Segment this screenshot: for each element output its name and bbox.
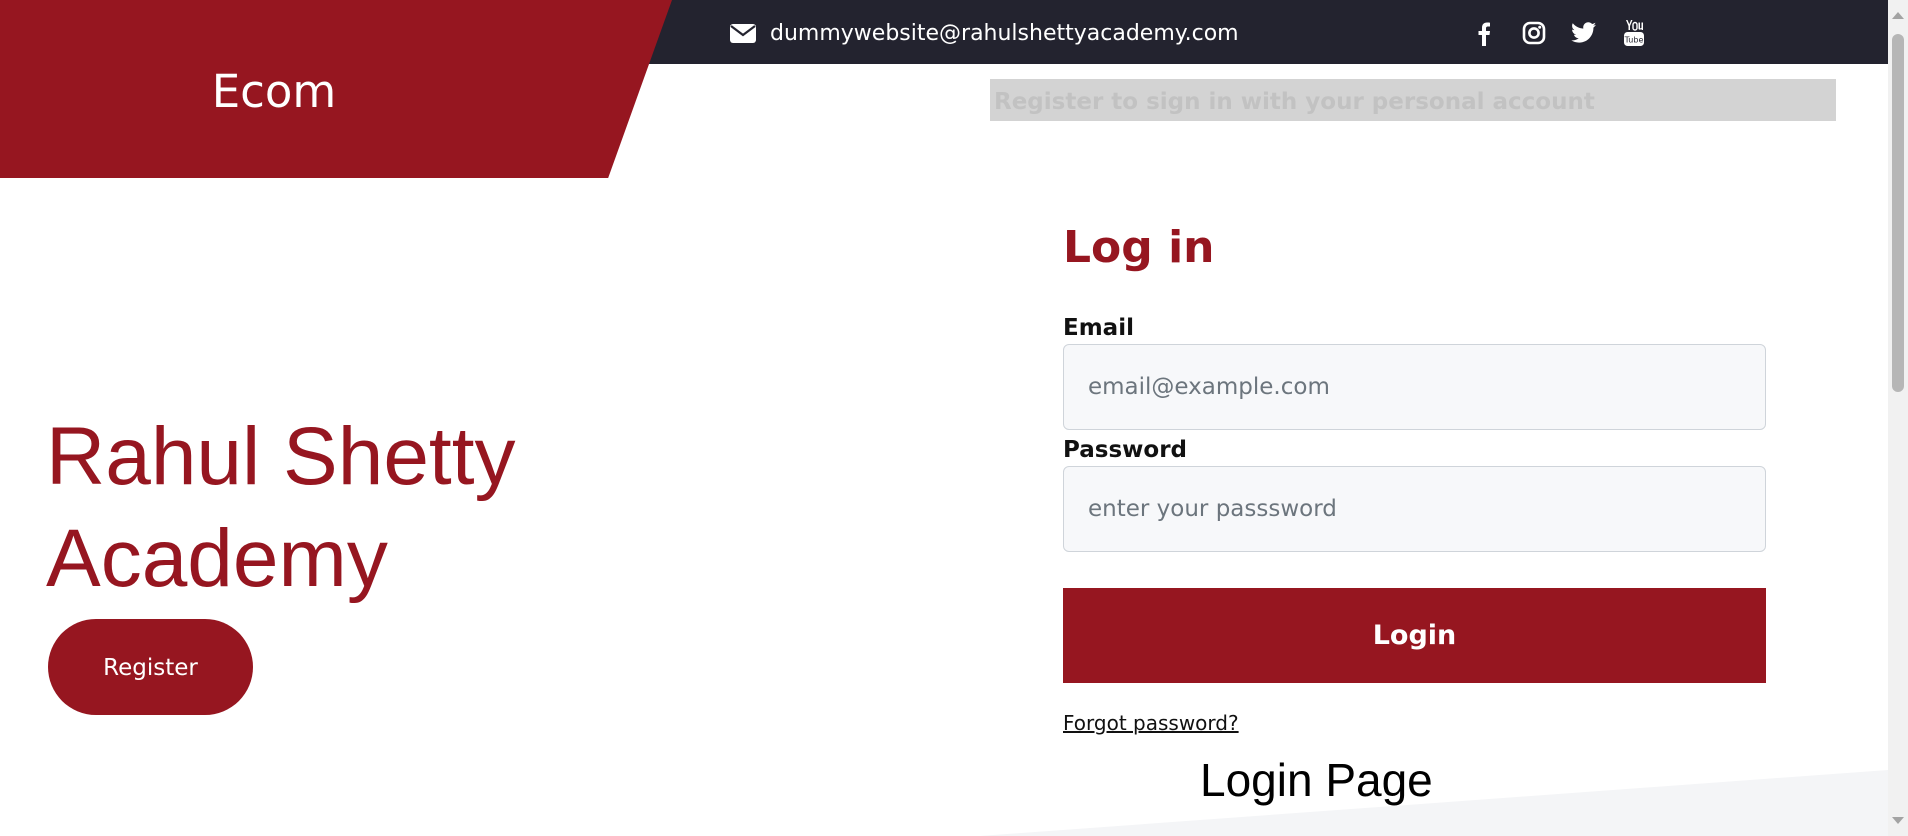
page-caption: Login Page [1200,754,1433,806]
brand-name[interactable]: Ecom [0,62,548,122]
scroll-up-arrow-icon[interactable] [1892,12,1904,19]
svg-text:Tube: Tube [1624,36,1644,45]
login-heading: Log in [1063,222,1215,273]
twitter-icon[interactable] [1570,19,1598,47]
facebook-icon[interactable] [1470,19,1498,47]
scroll-down-arrow-icon[interactable] [1892,817,1904,824]
envelope-icon [730,23,756,43]
contact-email: dummywebsite@rahulshettyacademy.com [730,14,1239,52]
contact-email-text: dummywebsite@rahulshettyacademy.com [770,20,1239,46]
email-field[interactable] [1063,344,1766,430]
brand-block: Ecom [0,0,672,178]
instagram-icon[interactable] [1520,19,1548,47]
vertical-scrollbar[interactable] [1888,0,1908,836]
scrollbar-thumb[interactable] [1892,34,1904,392]
password-field[interactable] [1063,466,1766,552]
email-label: Email [1063,315,1134,341]
hero-title-line1: Rahul Shetty [46,411,516,502]
social-links: Tube [1470,14,1648,52]
register-banner: Register to sign in with your personal a… [990,79,1836,121]
hero-title: Rahul Shetty Academy [46,406,516,610]
login-button[interactable]: Login [1063,588,1766,683]
hero-title-line2: Academy [46,513,388,604]
youtube-icon[interactable]: Tube [1620,19,1648,47]
page: dummywebsite@rahulshettyacademy.com Tube… [0,0,1908,836]
decorative-wedge [980,770,1888,836]
password-label: Password [1063,437,1187,463]
register-button[interactable]: Register [48,619,253,715]
forgot-password-link[interactable]: Forgot password? [1063,711,1239,735]
